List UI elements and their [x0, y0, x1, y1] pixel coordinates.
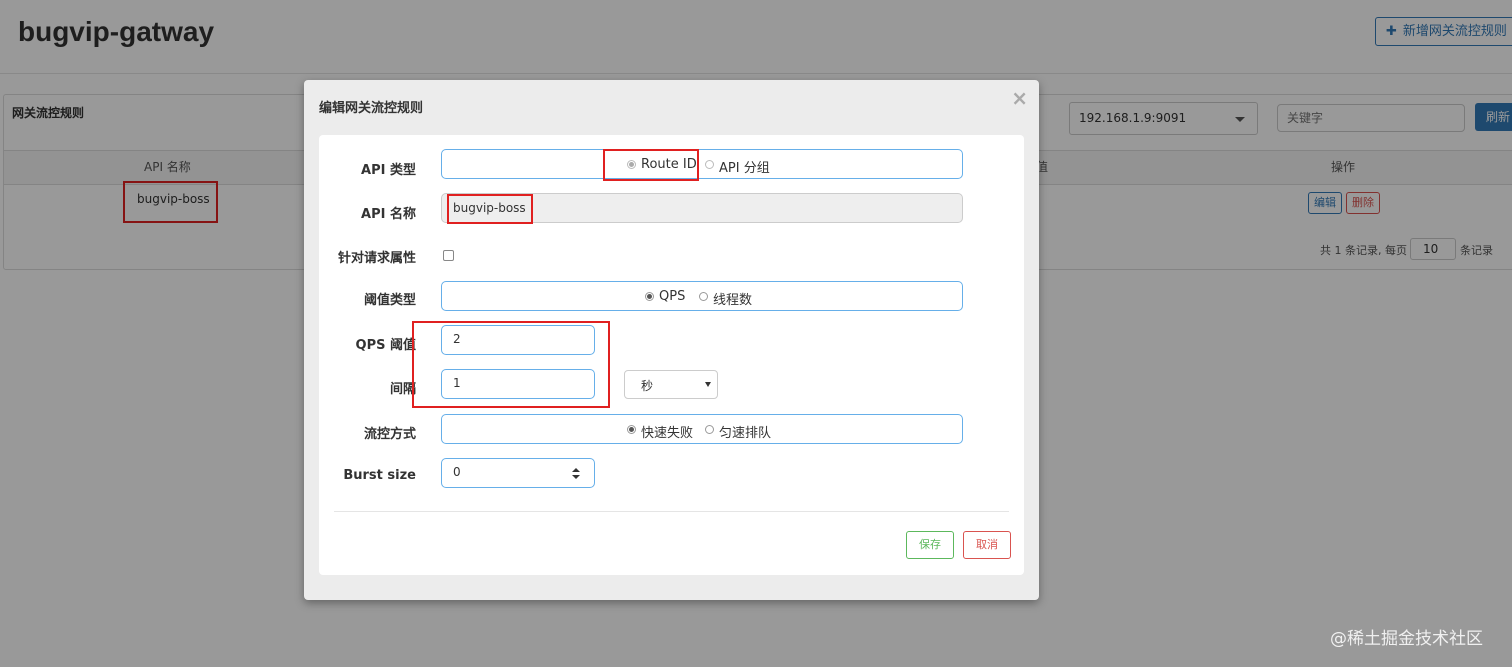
grade-label: 阈值类型: [363, 293, 416, 308]
param-item-checkbox[interactable]: [443, 250, 454, 261]
cancel-button[interactable]: 取消: [963, 531, 1011, 559]
control-behavior-radio-group: 快速失败 匀速排队: [441, 414, 963, 444]
count-value: 2: [453, 332, 461, 346]
modal-body: API 类型 Route ID API 分组 API 名称 bugvip-bos…: [319, 135, 1024, 575]
interval-label: 间隔: [389, 382, 416, 397]
api-group-label: API 分组: [719, 161, 770, 176]
api-name-label: API 名称: [361, 207, 416, 222]
route-id-label: Route ID: [641, 157, 697, 172]
burst-size-label: Burst size: [343, 468, 416, 483]
spinner-icon[interactable]: [572, 468, 580, 480]
rate-limiter-radio[interactable]: [705, 425, 714, 434]
route-id-radio[interactable]: [627, 160, 636, 169]
close-icon[interactable]: ×: [1011, 86, 1028, 110]
modal-title: 编辑网关流控规则: [319, 101, 424, 116]
api-group-radio[interactable]: [705, 160, 714, 169]
thread-count-label: 线程数: [713, 293, 753, 308]
api-name-field: bugvip-boss: [441, 193, 963, 223]
burst-size-value: 0: [453, 465, 461, 479]
page: bugvip-gatway ✚ 新增网关流控规则 网关流控规则 192.168.1…: [0, 0, 1512, 667]
interval-unit-select[interactable]: 秒: [624, 370, 718, 399]
api-type-radio-group: Route ID API 分组: [441, 149, 963, 179]
thread-count-radio[interactable]: [699, 292, 708, 301]
save-button[interactable]: 保存: [906, 531, 954, 559]
param-item-label: 针对请求属性: [337, 251, 416, 266]
qps-label: QPS: [659, 289, 686, 304]
watermark: @稀土掘金技术社区: [1330, 629, 1483, 649]
burst-size-input[interactable]: 0: [441, 458, 595, 488]
modal-footer-divider: [334, 511, 1009, 512]
interval-value: 1: [453, 376, 461, 390]
count-input[interactable]: 2: [441, 325, 595, 355]
fast-fail-radio[interactable]: [627, 425, 636, 434]
count-label: QPS 阈值: [355, 338, 416, 353]
qps-radio[interactable]: [645, 292, 654, 301]
api-name-value: bugvip-boss: [453, 201, 526, 215]
rate-limiter-label: 匀速排队: [719, 426, 772, 441]
fast-fail-label: 快速失败: [641, 426, 694, 441]
grade-radio-group: QPS 线程数: [441, 281, 963, 311]
api-type-label: API 类型: [361, 163, 416, 178]
interval-input[interactable]: 1: [441, 369, 595, 399]
interval-unit-value: 秒: [641, 379, 654, 393]
caret-down-icon: [705, 382, 711, 387]
edit-rule-modal: 编辑网关流控规则 × API 类型 Route ID API 分组 API 名称…: [304, 80, 1039, 600]
control-behavior-label: 流控方式: [363, 427, 416, 442]
